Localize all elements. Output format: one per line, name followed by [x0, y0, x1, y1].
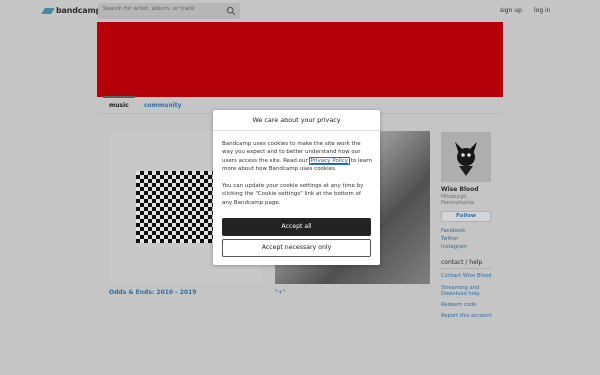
- dialog-text-settings: You can update your cookie settings at a…: [222, 183, 364, 206]
- dialog-title: We care about your privacy: [213, 110, 380, 131]
- cookie-consent-dialog: We care about your privacy Bandcamp uses…: [213, 110, 380, 265]
- dialog-text-intro: Bandcamp uses cookies to make the site w…: [222, 140, 372, 174]
- accept-all-button[interactable]: Accept all: [222, 218, 371, 236]
- privacy-policy-link[interactable]: Privacy Policy: [308, 156, 351, 165]
- accept-necessary-button[interactable]: Accept necessary only: [222, 239, 371, 257]
